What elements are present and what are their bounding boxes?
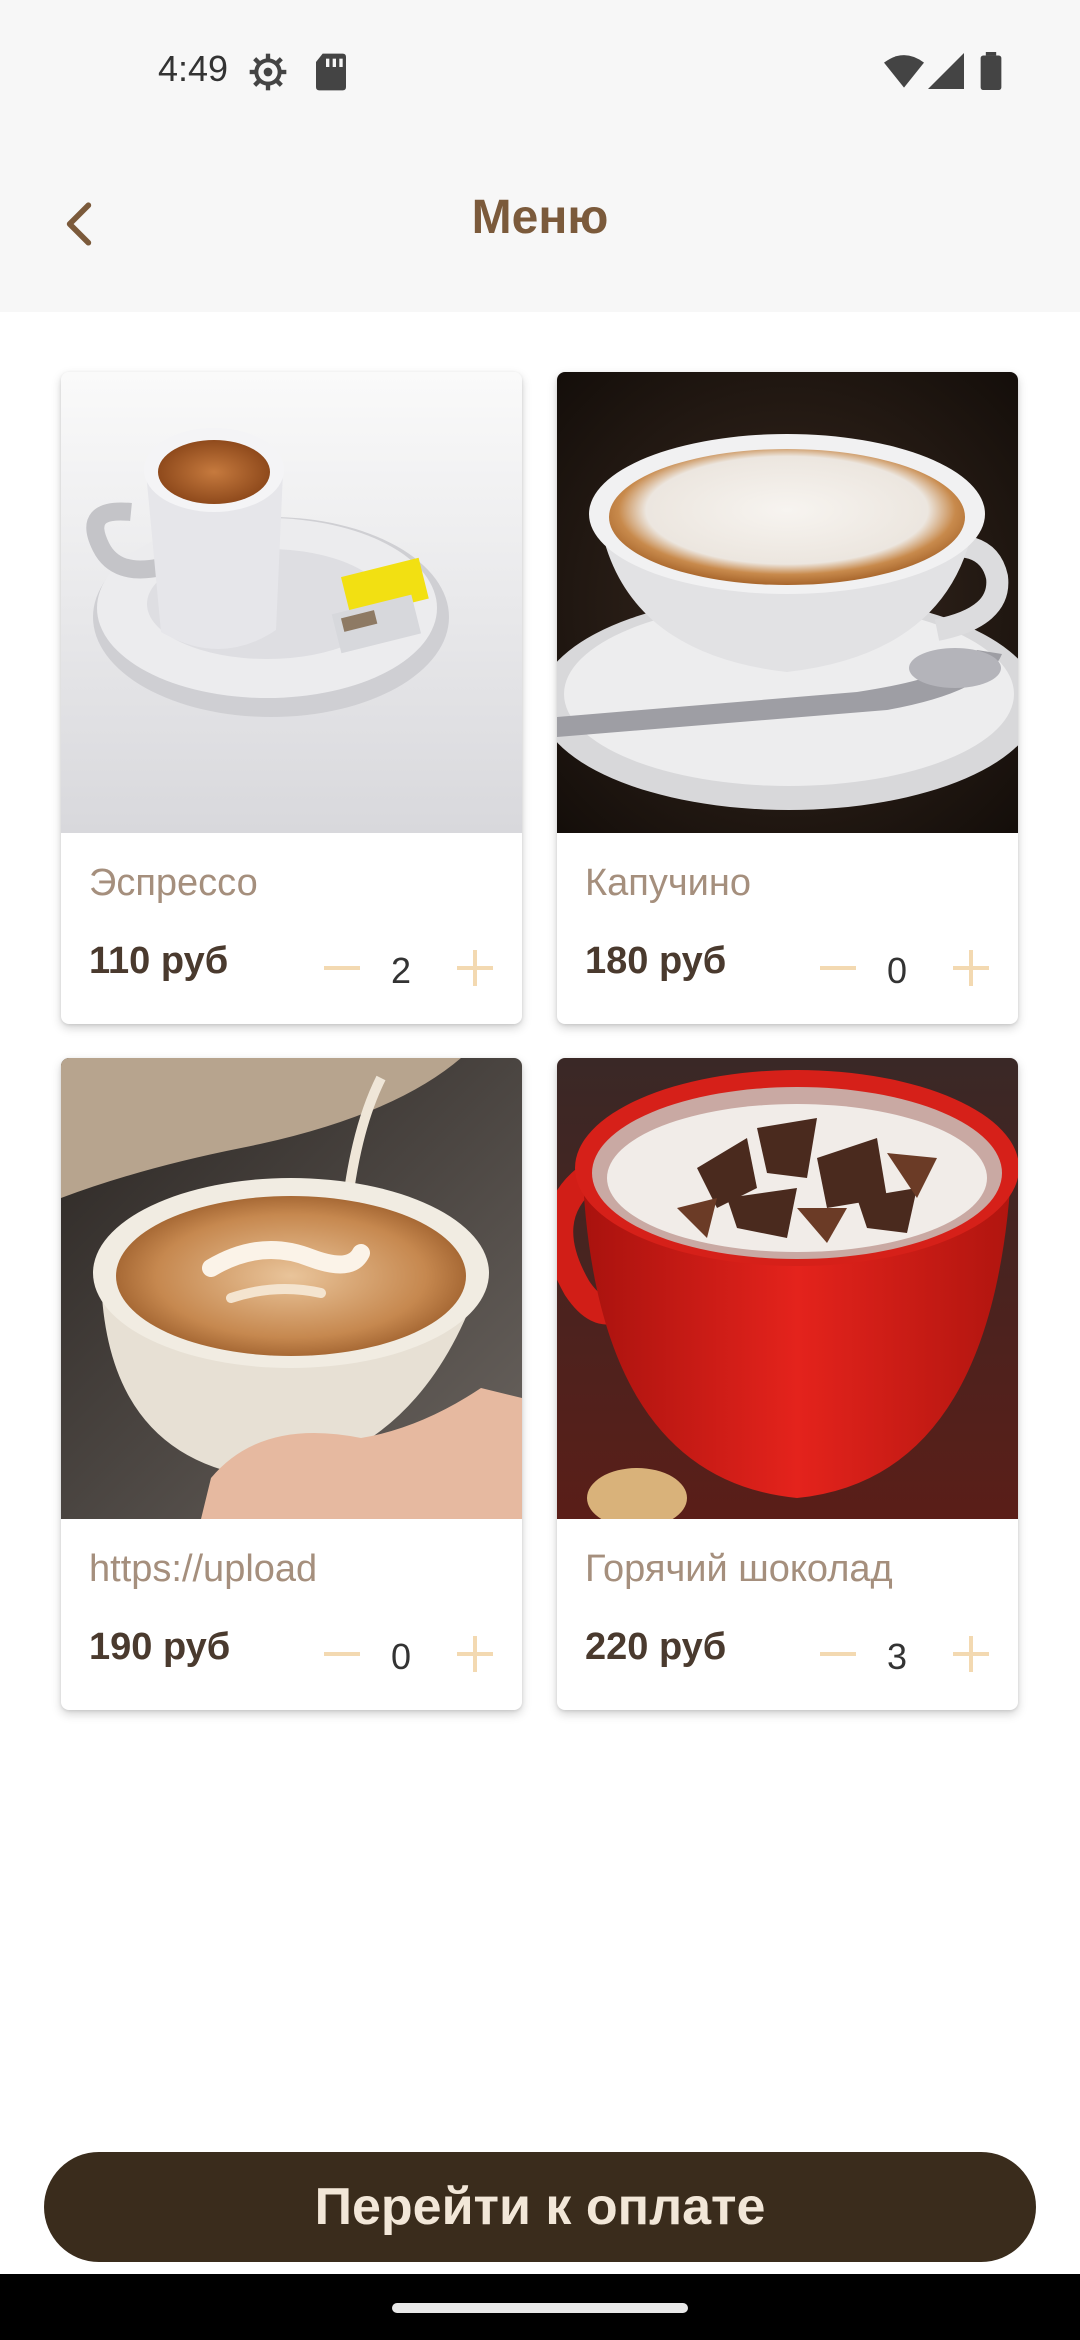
item-quantity: 3 — [886, 1636, 908, 1677]
increase-button[interactable] — [455, 948, 495, 993]
plus-icon — [951, 1634, 991, 1679]
menu-card-hot-chocolate[interactable]: Горячий шоколад 220 руб 3 — [557, 1058, 1018, 1710]
plus-icon — [951, 948, 991, 993]
minus-icon — [818, 1634, 858, 1679]
decrease-button[interactable] — [322, 1636, 362, 1676]
item-quantity: 0 — [390, 1636, 412, 1677]
hot-chocolate-photo — [557, 1058, 1018, 1528]
minus-icon — [322, 948, 362, 993]
item-name: Капучино — [585, 862, 751, 904]
minus-icon — [818, 948, 858, 993]
page-title: Меню — [471, 191, 609, 244]
menu-card-cappuccino[interactable]: Капучино 180 руб 0 — [557, 372, 1018, 1024]
item-name: Горячий шоколад — [585, 1548, 893, 1590]
checkout-button[interactable]: Перейти к оплате — [44, 2152, 1036, 2262]
item-price: 190 руб — [89, 1626, 231, 1668]
minus-icon — [322, 1634, 362, 1679]
status-time: 4:49 — [158, 48, 229, 89]
item-name: https://upload — [89, 1548, 318, 1590]
item-price: 180 руб — [585, 940, 727, 982]
decrease-button[interactable] — [818, 1636, 858, 1676]
increase-button[interactable] — [951, 1634, 991, 1679]
home-gesture-handle[interactable] — [392, 2303, 688, 2313]
top-app-bar-area — [0, 0, 1080, 312]
item-name: Эспрессо — [89, 862, 258, 904]
decrease-button[interactable] — [322, 950, 362, 990]
battery-icon — [980, 52, 1002, 95]
item-quantity: 0 — [886, 950, 908, 991]
plus-icon — [455, 1634, 495, 1679]
item-price: 110 руб — [89, 940, 229, 982]
menu-card-espresso[interactable]: Эспрессо 110 руб 2 — [61, 372, 522, 1024]
item-quantity: 2 — [390, 950, 412, 991]
cappuccino-photo — [557, 372, 1018, 833]
item-price: 220 руб — [585, 1626, 727, 1668]
wifi-icon — [884, 52, 924, 95]
espresso-photo — [61, 372, 522, 833]
increase-button[interactable] — [951, 948, 991, 993]
latte-photo — [61, 1058, 522, 1519]
menu-card-latte[interactable]: https://upload 190 руб 0 — [61, 1058, 522, 1710]
increase-button[interactable] — [455, 1634, 495, 1679]
plus-icon — [455, 948, 495, 993]
signal-icon — [928, 52, 964, 95]
decrease-button[interactable] — [818, 950, 858, 990]
settings-icon — [248, 52, 288, 97]
sd-card-icon — [314, 52, 348, 97]
